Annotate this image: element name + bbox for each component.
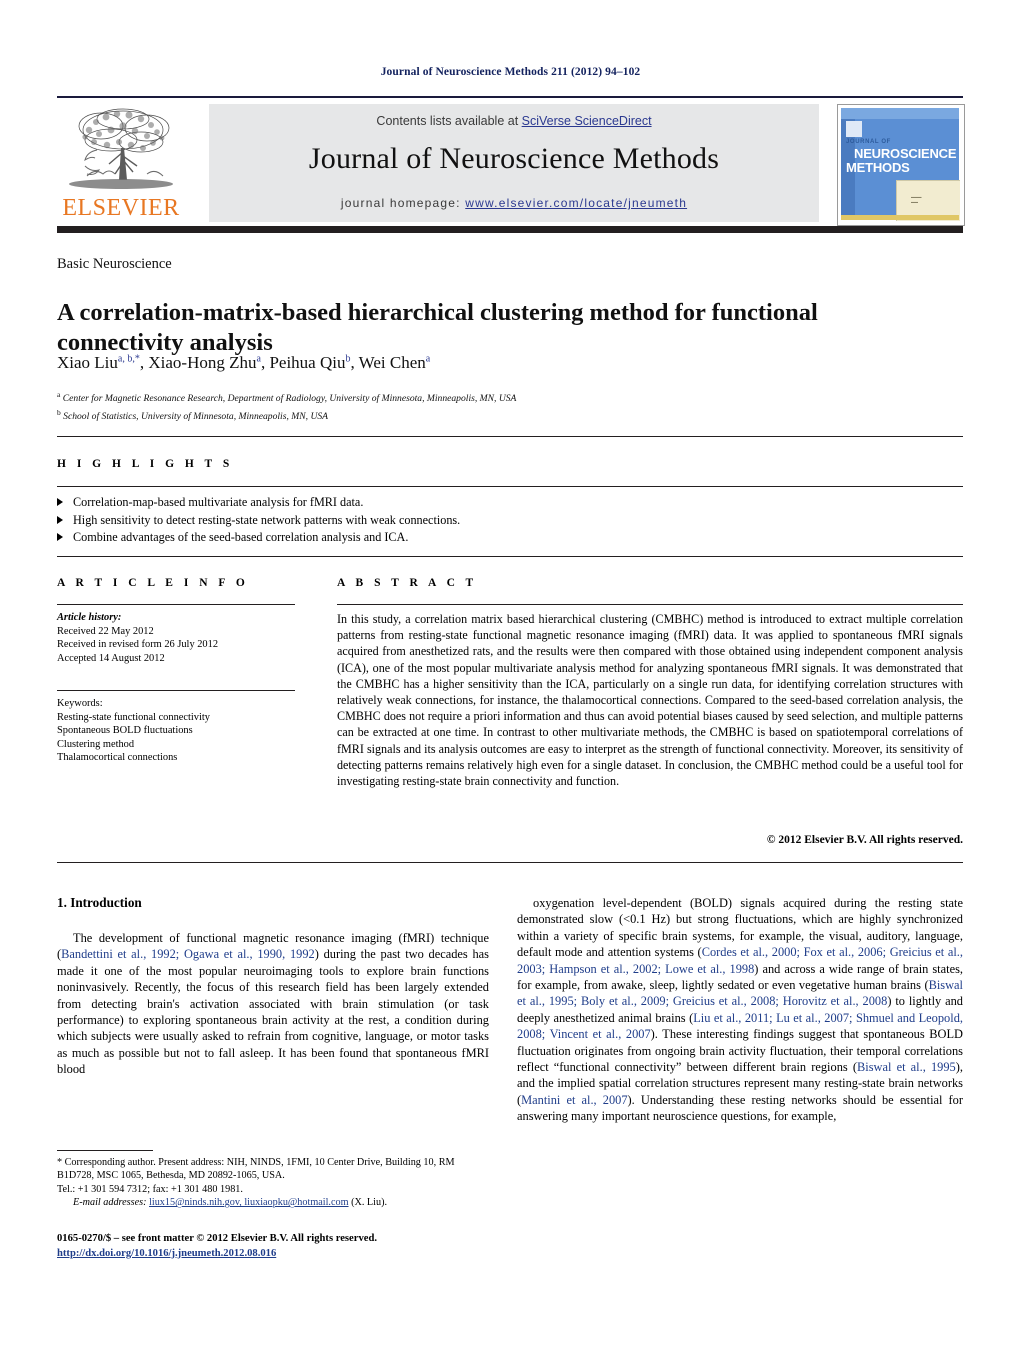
article-info-separator [57,690,295,691]
abstract-top-rule [337,604,963,605]
elsevier-tree-icon [69,108,173,189]
divider-above-highlights [57,436,963,437]
cover-bottom-bar [841,215,959,220]
journal-homepage-link[interactable]: www.elsevier.com/locate/jneumeth [465,196,687,210]
cover-top-bar [841,108,959,119]
masthead-top-rule [57,96,963,98]
list-item: Correlation-map-based multivariate analy… [57,494,757,512]
elsevier-wordmark: ELSEVIER [62,195,180,221]
issn-footer: 0165-0270/$ – see front matter © 2012 El… [57,1232,489,1261]
running-head: Journal of Neuroscience Methods 211 (201… [380,66,641,78]
keyword-item: Resting-state functional connectivity [57,711,210,723]
contents-band: Contents lists available at SciVerse Sci… [209,104,819,222]
sciencedirect-link[interactable]: SciVerse ScienceDirect [522,114,652,128]
affiliation-item: a Center for Magnetic Resonance Research… [57,388,857,406]
cover-title-line2: METHODS [846,160,910,175]
affiliation-text: Center for Magnetic Resonance Research, … [62,393,517,405]
footnote-email-line: E-mail addresses: liux15@ninds.nih.gov, … [57,1196,489,1209]
article-history-label: Article history: [57,612,122,623]
contents-prefix: Contents lists available at [376,114,522,128]
introduction-heading: 1. Introduction [57,895,142,910]
email-suffix: (X. Liu). [348,1197,388,1209]
highlights-top-rule [57,486,963,487]
elsevier-logo: ELSEVIER [57,104,185,224]
cover-panel-text: ▬▬▬ ▬▬ [911,195,922,204]
triangle-bullet-icon [57,533,63,541]
list-item: Combine advantages of the seed-based cor… [57,529,757,547]
article-category: Basic Neuroscience [57,256,172,272]
keywords-label: Keywords: [57,698,103,709]
highlights-label: H I G H L I G H T S [57,458,234,470]
masthead-bottom-rule [57,226,963,233]
paragraph: The development of functional magnetic r… [57,931,489,1077]
list-item: High sensitivity to detect resting-state… [57,512,757,530]
triangle-bullet-icon [57,498,63,506]
copyright-line: © 2012 Elsevier B.V. All rights reserved… [766,834,963,846]
cover-artwork: JOURNAL OF NEUROSCIENCE METHODS ▬▬▬ ▬▬ [841,108,960,221]
contents-available-line: Contents lists available at SciVerse Sci… [209,114,819,128]
paper-page: Journal of Neuroscience Methods 211 (201… [0,0,1021,1351]
abstract-text: In this study, a correlation matrix base… [337,612,963,789]
keyword-item: Clustering method [57,738,135,750]
highlight-text: Correlation-map-based multivariate analy… [73,495,364,509]
abstract-label: A B S T R A C T [337,577,478,589]
article-info-rule [57,604,295,605]
article-history: Article history: Received 22 May 2012 Re… [57,611,307,665]
journal-homepage-line: journal homepage: www.elsevier.com/locat… [209,196,819,210]
highlight-text: High sensitivity to detect resting-state… [73,512,461,527]
article-history-item: Accepted 14 August 2012 [57,652,165,664]
homepage-prefix: journal homepage: [340,196,466,210]
cover-journal-of: JOURNAL OF [846,139,891,145]
article-history-item: Received 22 May 2012 [57,625,154,637]
paragraph: oxygenation level-dependent (BOLD) signa… [517,896,964,1124]
keyword-item: Spontaneous BOLD fluctuations [57,725,193,737]
article-info-label: A R T I C L E I N F O [57,577,249,589]
issn-line: 0165-0270/$ – see front matter © 2012 El… [57,1233,377,1244]
affiliation-item: b School of Statistics, University of Mi… [57,406,857,424]
abstract-bottom-rule [57,862,963,863]
article-history-item: Received in revised form 26 July 2012 [57,639,219,651]
journal-title: Journal of Neuroscience Methods [308,142,720,175]
introduction-column-left: The development of functional magnetic r… [57,930,489,1078]
email-label: E-mail addresses: [73,1197,147,1209]
footnote-phone: Tel.: +1 301 594 7312; fax: +1 301 480 1… [57,1183,243,1195]
author-list: Xiao Liua, b,*, Xiao-Hong Zhua, Peihua Q… [57,353,431,372]
footnote-rule [57,1150,153,1151]
affiliation-list: a Center for Magnetic Resonance Research… [57,388,857,424]
doi-link[interactable]: http://dx.doi.org/10.1016/j.jneumeth.201… [57,1247,489,1262]
keyword-item: Thalamocortical connections [57,752,178,764]
footnote-address: * Corresponding author. Present address:… [57,1157,455,1182]
affiliation-text: School of Statistics, University of Minn… [63,411,329,423]
affiliation-marker: b [57,408,61,418]
journal-masthead: ELSEVIER Contents lists available at Sci… [57,96,965,233]
highlight-text: Combine advantages of the seed-based cor… [73,530,409,544]
cover-title-line1: NEUROSCIENCE [854,146,957,161]
highlights-list: Correlation-map-based multivariate analy… [57,494,757,547]
triangle-bullet-icon [57,515,63,524]
keywords-block: Keywords: Resting-state functional conne… [57,697,307,765]
affiliation-marker: a [57,390,61,399]
page-title: A correlation-matrix-based hierarchical … [57,299,818,357]
corresponding-author-footnote: * Corresponding author. Present address:… [57,1156,489,1210]
highlights-bottom-rule [57,556,963,557]
email-link[interactable]: liux15@ninds.nih.gov, liuxiaopku@hotmail… [149,1197,349,1208]
introduction-column-right: oxygenation level-dependent (BOLD) signa… [517,895,963,1125]
cover-elsevier-mark [846,121,862,137]
journal-cover-thumbnail[interactable]: JOURNAL OF NEUROSCIENCE METHODS ▬▬▬ ▬▬ [837,104,965,226]
